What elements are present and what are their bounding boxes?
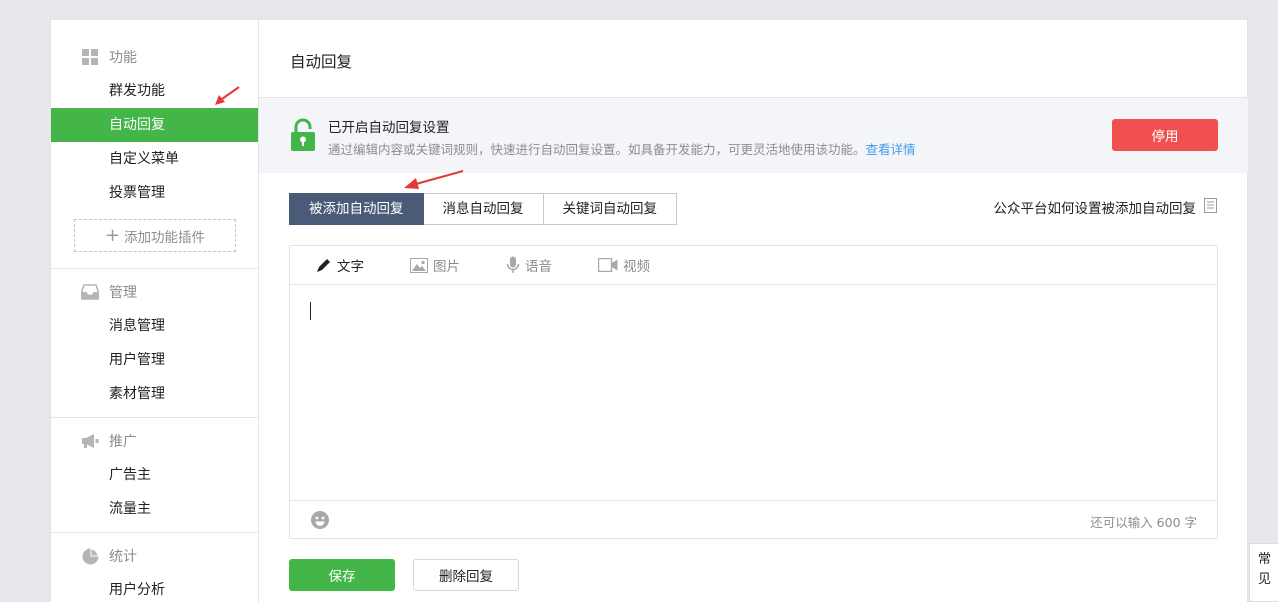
- sidebar-item-advertiser[interactable]: 广告主: [51, 458, 258, 492]
- reply-text-input[interactable]: [290, 286, 1217, 502]
- notice-description-text: 通过编辑内容或关键词规则，快速进行自动回复设置。如具备开发能力，可更灵活地使用该…: [328, 142, 866, 157]
- help-link-text: 公众平台如何设置被添加自动回复: [993, 201, 1197, 217]
- tool-image[interactable]: 图片: [410, 255, 460, 275]
- sidebar: 功能 群发功能 自动回复 自定义菜单 投票管理 + 添加功能插件 管理 消息管理…: [50, 19, 258, 602]
- add-plugin-button[interactable]: + 添加功能插件: [74, 219, 236, 252]
- tool-label: 文字: [337, 259, 364, 275]
- faq-tab-text: 常: [1258, 552, 1272, 567]
- sidebar-section-stats: 统计 用户分析: [51, 532, 258, 602]
- save-button[interactable]: 保存: [289, 559, 395, 591]
- sidebar-section-header: 推广: [51, 424, 258, 458]
- disable-button[interactable]: 停用: [1112, 119, 1218, 151]
- tool-label: 语音: [525, 259, 552, 275]
- main-panel: 自动回复 已开启自动回复设置 通过编辑内容或关键词规则，快速进行自动回复设置。如…: [258, 19, 1248, 602]
- inbox-icon: [81, 283, 99, 301]
- faq-side-tab[interactable]: 常 见: [1249, 543, 1278, 602]
- view-details-link[interactable]: 查看详情: [866, 142, 916, 157]
- faq-tab-text: 见: [1258, 572, 1272, 587]
- reply-editor: 文字 图片 语音 视频 还可以输入 600 字: [289, 245, 1218, 539]
- sidebar-section-title: 统计: [109, 549, 137, 565]
- sidebar-section-title: 管理: [109, 285, 137, 301]
- image-icon: [410, 257, 428, 273]
- sidebar-section-header: 统计: [51, 539, 258, 573]
- sidebar-section-title: 推广: [109, 434, 137, 450]
- sidebar-item-users[interactable]: 用户管理: [51, 343, 258, 377]
- grid-icon: [81, 48, 99, 66]
- video-icon: [598, 258, 618, 272]
- sidebar-section-manage: 管理 消息管理 用户管理 素材管理: [51, 268, 258, 411]
- tool-label: 图片: [433, 259, 460, 275]
- plus-icon: +: [104, 225, 121, 246]
- sidebar-item-messages[interactable]: 消息管理: [51, 309, 258, 343]
- reply-type-tabs: 被添加自动回复 消息自动回复 关键词自动回复: [289, 193, 677, 225]
- tab-message-auto-reply[interactable]: 消息自动回复: [423, 193, 544, 225]
- editor-footer: 还可以输入 600 字: [290, 500, 1217, 538]
- sidebar-section-title: 功能: [109, 50, 137, 66]
- tab-added-auto-reply[interactable]: 被添加自动回复: [289, 193, 424, 225]
- emoji-icon[interactable]: [310, 510, 330, 534]
- lock-icon: [290, 118, 316, 156]
- text-caret: [310, 302, 311, 320]
- pencil-icon: [316, 257, 332, 273]
- help-link[interactable]: 公众平台如何设置被添加自动回复: [993, 197, 1217, 217]
- sidebar-item-publisher[interactable]: 流量主: [51, 492, 258, 526]
- sidebar-section-features: 功能 群发功能 自动回复 自定义菜单 投票管理 + 添加功能插件: [51, 20, 258, 252]
- editor-toolbar: 文字 图片 语音 视频: [290, 246, 1217, 285]
- tool-video[interactable]: 视频: [598, 255, 650, 275]
- sidebar-section-header: 管理: [51, 275, 258, 309]
- megaphone-icon: [81, 432, 99, 450]
- status-notice: 已开启自动回复设置 通过编辑内容或关键词规则，快速进行自动回复设置。如具备开发能…: [259, 97, 1248, 173]
- char-counter: 还可以输入 600 字: [1090, 515, 1197, 530]
- sidebar-item-vote[interactable]: 投票管理: [51, 176, 258, 210]
- sidebar-item-custom-menu[interactable]: 自定义菜单: [51, 142, 258, 176]
- delete-reply-button[interactable]: 删除回复: [413, 559, 519, 591]
- notice-description: 通过编辑内容或关键词规则，快速进行自动回复设置。如具备开发能力，可更灵活地使用该…: [328, 139, 916, 158]
- microphone-icon: [506, 256, 520, 274]
- pie-chart-icon: [81, 547, 99, 565]
- tab-keyword-auto-reply[interactable]: 关键词自动回复: [543, 193, 677, 225]
- sidebar-section-header: 功能: [51, 40, 258, 74]
- sidebar-item-user-analysis[interactable]: 用户分析: [51, 573, 258, 602]
- sidebar-section-promotion: 推广 广告主 流量主: [51, 417, 258, 526]
- document-icon: [1204, 197, 1217, 217]
- sidebar-item-mass-send[interactable]: 群发功能: [51, 74, 258, 108]
- sidebar-item-auto-reply[interactable]: 自动回复: [51, 108, 258, 142]
- page-title: 自动回复: [290, 53, 353, 71]
- notice-title: 已开启自动回复设置: [328, 120, 450, 136]
- tool-label: 视频: [623, 259, 650, 275]
- add-plugin-label: 添加功能插件: [124, 229, 206, 246]
- tool-voice[interactable]: 语音: [506, 255, 552, 275]
- sidebar-item-materials[interactable]: 素材管理: [51, 377, 258, 411]
- tool-text[interactable]: 文字: [316, 255, 364, 275]
